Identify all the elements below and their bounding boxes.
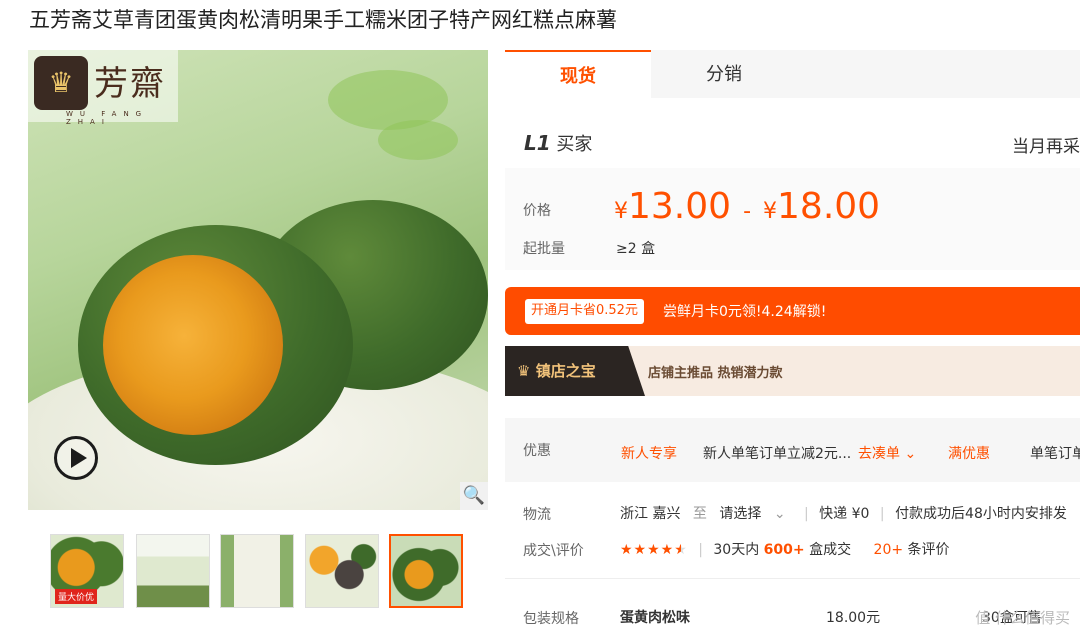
product-title: 五芳斋艾草青团蛋黄肉松清明果手工糯米团子特产网红糕点麻薯 [29, 8, 617, 32]
new-user-tag: 新人专享 [621, 446, 677, 462]
origin: 浙江 嘉兴 [620, 506, 681, 522]
full-discount-tag: 满优惠 [948, 446, 990, 462]
spec-price: 18.00元 [826, 610, 881, 626]
express-fee: 快递 ¥0 [819, 506, 870, 522]
zoom-icon[interactable]: 🔍 [460, 482, 488, 510]
review-unit[interactable]: 条评价 [908, 542, 950, 558]
monthly-card-promo[interactable]: 开通月卡省0.52元 尝鲜月卡0元领!4.24解锁! [505, 287, 1080, 335]
logo-name: 芳齋 [94, 64, 166, 104]
spec-label: 包装规格 [523, 611, 579, 627]
moq-label: 起批量 [523, 241, 565, 257]
buyer-level-text: 买家 [556, 134, 593, 155]
treasure-tag: ♛ 镇店之宝 [505, 346, 645, 396]
price-label: 价格 [523, 203, 551, 219]
discount-label: 优惠 [523, 443, 551, 459]
store-treasure-banner: ♛ 镇店之宝 店铺主推品 热销潜力款 [505, 346, 1080, 396]
price-max: 18.00 [777, 186, 881, 227]
monthly-card-button[interactable]: 开通月卡省0.52元 [525, 299, 644, 324]
buyer-level: L1 买家 [524, 130, 592, 156]
thumbnail-3[interactable] [220, 534, 294, 608]
discount-section: 优惠 新人专享 新人单笔订单立减2元... 去凑单 ⌄ 满优惠 单笔订单 [505, 418, 1080, 482]
spec-name[interactable]: 蛋黄肉松味 [620, 607, 690, 627]
reviews-row: ★★★★★ | 30天内 600+ 盒成交 20+ 条评价 [620, 542, 950, 558]
collect-order-link[interactable]: 去凑单 ⌄ [858, 443, 916, 463]
play-video-icon[interactable] [54, 436, 98, 480]
tab-distribution[interactable]: 分销 [651, 50, 797, 98]
reviews-label: 成交\评价 [523, 543, 584, 559]
crown-icon: ♛ [34, 56, 88, 110]
days-text: 30天内 [713, 542, 760, 558]
main-product-image[interactable]: ♛ 芳齋 WU FANG ZHAI 🔍 [28, 50, 488, 510]
deals-count: 600+ [763, 542, 805, 558]
thumbnail-2[interactable] [136, 534, 210, 608]
thumbnail-1[interactable]: 量大价优 [50, 534, 124, 608]
brand-logo: ♛ 芳齋 WU FANG ZHAI [28, 50, 178, 126]
price-min: 13.00 [628, 186, 732, 227]
thumbnail-5[interactable] [389, 534, 463, 608]
deals-unit: 盒成交 [809, 542, 852, 558]
shipping-time: 付款成功后48小时内安排发 [895, 506, 1067, 522]
chevron-down-icon: ⌄ [904, 446, 917, 462]
logistics-label: 物流 [523, 507, 551, 523]
rating-stars: ★★★★★ [620, 542, 688, 558]
logistics-row: 浙江 嘉兴 至 请选择 ⌄ | 快递 ¥0 | 付款成功后48小时内安排发 [620, 506, 1067, 522]
moq-value: ≥2 盒 [616, 241, 656, 257]
treasure-desc: 店铺主推品 热销潜力款 [648, 366, 783, 381]
new-user-text: 新人单笔订单立减2元... [703, 446, 852, 462]
logo-subtitle: WU FANG ZHAI [66, 110, 149, 126]
watermark: 值 什么值得买 [975, 609, 1070, 627]
crown-icon: ♛ [517, 362, 531, 380]
thumbnail-strip: 量大价优 [50, 534, 470, 610]
destination-select[interactable]: 请选择 [719, 506, 761, 522]
divider [505, 578, 1080, 579]
promo-text: 尝鲜月卡0元领!4.24解锁! [663, 304, 827, 320]
to-text: 至 [692, 506, 707, 522]
full-discount-text: 单笔订单 [1030, 446, 1080, 462]
monthly-repurchase: 当月再采 [1012, 137, 1080, 157]
review-count[interactable]: 20+ [874, 542, 904, 558]
chevron-down-icon[interactable]: ⌄ [774, 506, 786, 522]
buyer-level-badge: L1 [524, 131, 551, 155]
treasure-tag-text: 镇店之宝 [535, 362, 596, 380]
tab-in-stock[interactable]: 现货 [505, 50, 651, 98]
thumbnail-badge: 量大价优 [55, 589, 98, 604]
purchase-tabs: 现货 分销 [505, 50, 1080, 98]
thumbnail-4[interactable] [305, 534, 379, 608]
price-range: ¥13.00- ¥18.00 [614, 186, 881, 227]
